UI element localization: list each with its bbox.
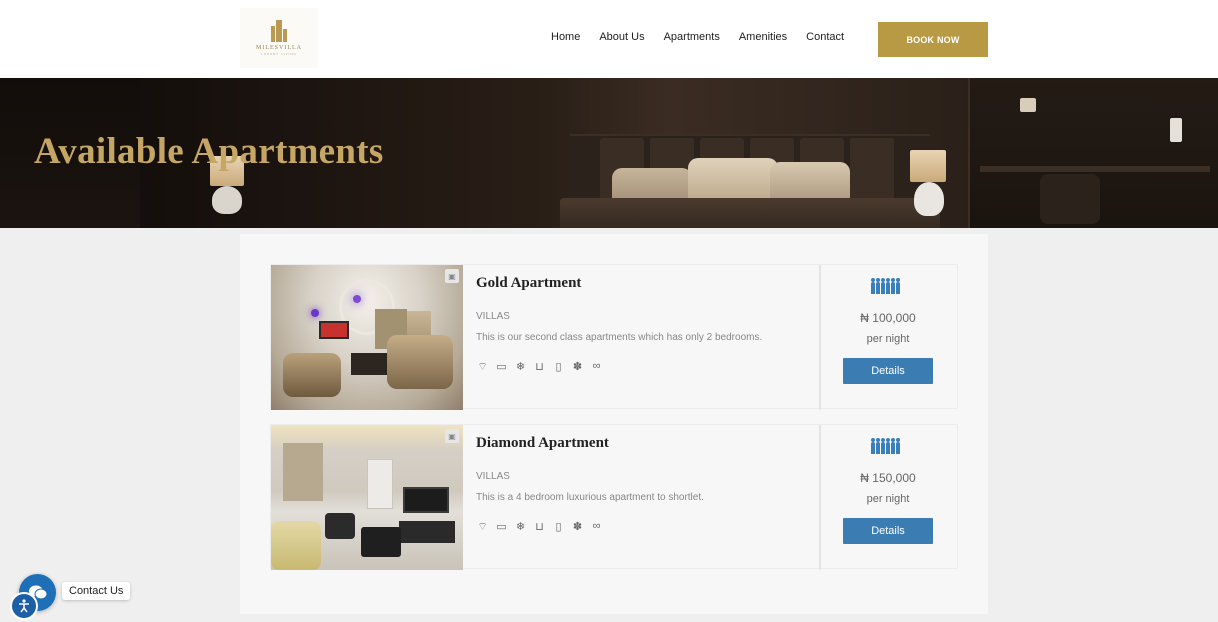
guest-capacity-icon — [871, 278, 900, 294]
bath-icon: ⊔ — [535, 361, 544, 373]
apartment-title[interactable]: Diamond Apartment — [476, 435, 609, 452]
paw-icon: ✽ — [572, 521, 583, 533]
apartment-category: VILLAS — [476, 311, 510, 322]
amenities-row: ⌔ ▭ ❄ ⊔ ▯ ✽ ∞ — [476, 520, 603, 534]
hero-mirror-panel — [968, 78, 1218, 228]
accessibility-icon — [19, 599, 29, 613]
nav-apartments[interactable]: Apartments — [664, 31, 720, 43]
gallery-icon[interactable]: ▣ — [445, 269, 459, 283]
building-icon — [268, 20, 290, 42]
hero-lamp-base-left — [212, 186, 242, 214]
coffee-icon: ▯ — [555, 361, 562, 373]
logo-subtext: LUXURY LIVING — [261, 52, 297, 56]
apartment-description: This is a 4 bedroom luxurious apartment … — [476, 492, 704, 503]
main-nav: Home About Us Apartments Amenities Conta… — [551, 31, 863, 43]
coffee-icon: ▯ — [555, 521, 562, 533]
apartment-card: ▣ Gold Apartment VILLAS This is our seco… — [270, 264, 958, 410]
snowflake-icon: ❄ — [515, 361, 526, 373]
book-now-button[interactable]: BOOK NOW — [878, 22, 988, 57]
snowflake-icon: ❄ — [515, 521, 526, 533]
card-divider — [819, 265, 821, 410]
apartment-image[interactable]: ▣ — [271, 265, 463, 410]
wifi-icon: ⌔ — [477, 361, 488, 373]
amenities-row: ⌔ ▭ ❄ ⊔ ▯ ✽ ∞ — [476, 360, 603, 374]
tv-icon: ▭ — [496, 361, 507, 373]
apartment-card: ▣ Diamond Apartment VILLAS This is a 4 b… — [270, 424, 958, 570]
paw-icon: ✽ — [572, 361, 583, 373]
apartment-image[interactable]: ▣ — [271, 425, 463, 570]
logo-text: MILESVILLA — [256, 45, 302, 51]
hero-bed-cover — [560, 198, 940, 228]
apartment-category: VILLAS — [476, 471, 510, 482]
nav-about-us[interactable]: About Us — [599, 31, 644, 43]
apartment-description: This is our second class apartments whic… — [476, 332, 763, 343]
apartments-list: ▣ Gold Apartment VILLAS This is our seco… — [240, 234, 988, 614]
wifi-icon: ⌔ — [477, 521, 488, 533]
bath-icon: ⊔ — [535, 521, 544, 533]
hero-lamp-right — [910, 150, 946, 182]
nav-home[interactable]: Home — [551, 31, 580, 43]
gallery-icon[interactable]: ▣ — [445, 429, 459, 443]
apartment-price: ₦ 100,000 — [860, 311, 916, 325]
tv-icon: ▭ — [496, 521, 507, 533]
accessibility-button[interactable] — [10, 592, 38, 620]
details-button[interactable]: Details — [843, 518, 933, 544]
guest-capacity-icon — [871, 438, 900, 454]
card-divider — [819, 425, 821, 570]
hero-banner: Available Apartments — [0, 78, 1218, 228]
details-button[interactable]: Details — [843, 358, 933, 384]
price-unit: per night — [866, 333, 910, 345]
site-logo[interactable]: MILESVILLA LUXURY LIVING — [240, 8, 318, 68]
site-header: MILESVILLA LUXURY LIVING Home About Us A… — [0, 0, 1218, 78]
apartment-title[interactable]: Gold Apartment — [476, 275, 581, 292]
apartment-price: ₦ 150,000 — [860, 471, 916, 485]
parking-icon: ∞ — [592, 360, 601, 372]
nav-amenities[interactable]: Amenities — [739, 31, 787, 43]
price-unit: per night — [866, 493, 910, 505]
page-title: Available Apartments — [34, 131, 384, 172]
contact-us-label[interactable]: Contact Us — [62, 582, 131, 600]
nav-contact[interactable]: Contact — [806, 31, 844, 43]
parking-icon: ∞ — [592, 520, 601, 532]
hero-lamp-base-right — [914, 182, 944, 216]
